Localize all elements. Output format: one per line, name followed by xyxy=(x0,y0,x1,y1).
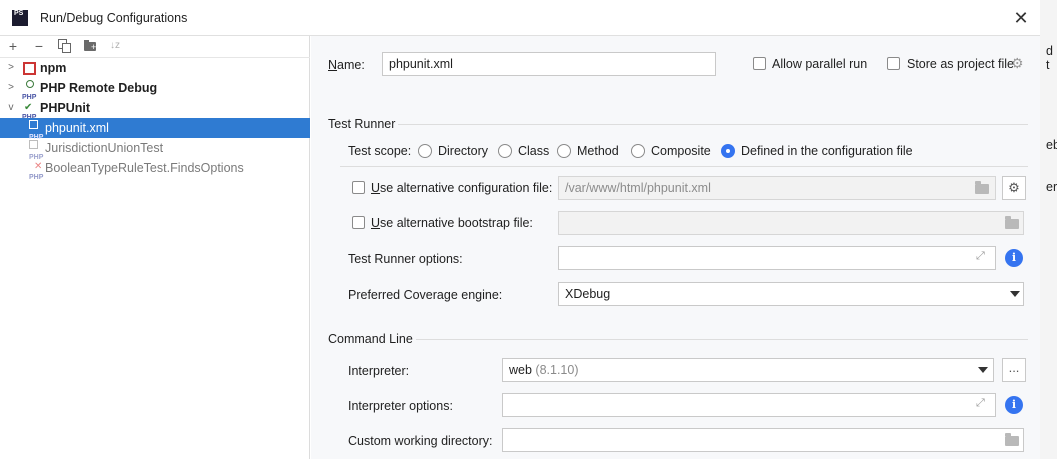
interpreter-options-label: Interpreter options: xyxy=(348,399,453,413)
alt-config-checkbox[interactable] xyxy=(352,181,365,194)
store-project-file-checkbox[interactable] xyxy=(887,57,900,70)
name-input[interactable]: phpunit.xml xyxy=(382,52,716,76)
test-scope-label: Test scope: xyxy=(348,144,412,158)
tree-item-phpunit[interactable]: v ✔ PHP PHPUnit xyxy=(0,98,310,121)
tree-item-label: PHPUnit xyxy=(40,101,90,115)
folder-icon[interactable] xyxy=(1005,433,1019,446)
scope-class-label[interactable]: Class xyxy=(518,144,549,158)
scope-config-file-radio[interactable] xyxy=(721,144,735,158)
working-directory-label: Custom working directory: xyxy=(348,434,493,448)
tree-item-jurisdiction[interactable]: PHP JurisdictionUnionTest xyxy=(0,138,310,161)
interpreter-options-input[interactable] xyxy=(502,393,996,417)
phpunit-icon: ✔ PHP xyxy=(22,102,36,121)
alt-config-path-input[interactable]: /var/www/html/phpunit.xml xyxy=(558,176,996,200)
chevron-down-icon[interactable] xyxy=(1010,291,1020,297)
tree-item-label: JurisdictionUnionTest xyxy=(45,141,164,155)
test-runner-options-input[interactable] xyxy=(558,246,996,270)
remove-configuration-button[interactable]: − xyxy=(30,38,48,54)
tree-item-boolean[interactable]: ✕ PHP BooleanTypeRuleTest.FindsOptions xyxy=(0,158,310,181)
scope-method-radio[interactable] xyxy=(557,144,571,158)
phpunit-config-icon: PHP xyxy=(29,120,45,141)
alt-bootstrap-path-input[interactable] xyxy=(558,211,1024,235)
folder-icon[interactable] xyxy=(1005,216,1019,229)
browse-interpreters-button[interactable]: ... xyxy=(1002,358,1026,382)
allow-parallel-run-checkbox[interactable] xyxy=(753,57,766,70)
php-debug-icon: PHP xyxy=(22,80,38,101)
allow-parallel-run-label[interactable]: Allow parallel run xyxy=(772,57,867,71)
working-directory-input[interactable] xyxy=(502,428,1024,452)
npm-icon xyxy=(23,62,36,75)
coverage-engine-select[interactable]: XDebug xyxy=(558,282,1024,306)
scope-composite-label[interactable]: Composite xyxy=(651,144,711,158)
tree-item-label: PHP Remote Debug xyxy=(40,81,158,95)
expand-icon[interactable]: ⤢ xyxy=(976,397,985,410)
test-runner-section-title: Test Runner xyxy=(328,117,396,131)
configure-settings-button[interactable]: ⚙ xyxy=(1002,176,1026,200)
chevron-right-icon[interactable]: > xyxy=(6,58,16,78)
window-title: Run/Debug Configurations xyxy=(40,11,188,25)
alt-bootstrap-checkbox[interactable] xyxy=(352,216,365,229)
background-text: d t xyxy=(1046,44,1053,72)
phpunit-test-icon: PHP xyxy=(29,140,45,161)
tree-item-label: npm xyxy=(40,61,67,75)
scope-directory-radio[interactable] xyxy=(418,144,432,158)
background-text: er xyxy=(1046,180,1057,194)
info-icon[interactable]: i xyxy=(1005,396,1023,414)
close-icon[interactable]: ✕ xyxy=(1012,9,1030,27)
tree-item-label: phpunit.xml xyxy=(45,121,109,135)
test-runner-options-label: Test Runner options: xyxy=(348,252,463,266)
gear-icon[interactable]: ⚙ xyxy=(1011,55,1024,72)
background-text: eb xyxy=(1046,138,1057,152)
folder-icon[interactable] xyxy=(975,181,989,194)
section-divider xyxy=(340,166,1028,167)
expand-icon[interactable]: ⤢ xyxy=(976,250,985,263)
add-configuration-button[interactable]: + xyxy=(4,38,22,54)
section-divider xyxy=(398,124,1028,125)
scope-class-radio[interactable] xyxy=(498,144,512,158)
tree-item-label: BooleanTypeRuleTest.FindsOptions xyxy=(45,161,244,175)
chevron-down-icon[interactable]: v xyxy=(6,98,16,118)
chevron-right-icon[interactable]: > xyxy=(6,78,16,98)
scope-method-label[interactable]: Method xyxy=(577,144,619,158)
phpunit-failed-test-icon: ✕ PHP xyxy=(29,161,44,181)
interpreter-version: (8.1.10) xyxy=(535,363,579,377)
tree-item-npm[interactable]: > npm xyxy=(0,58,310,78)
section-divider xyxy=(416,339,1028,340)
alt-bootstrap-label[interactable]: Use alternative bootstrap file: xyxy=(371,216,533,230)
store-project-file-label[interactable]: Store as project file xyxy=(907,57,1014,71)
scope-config-file-label[interactable]: Defined in the configuration file xyxy=(741,144,913,158)
info-icon[interactable]: i xyxy=(1005,249,1023,267)
name-label: Name: xyxy=(328,58,365,72)
interpreter-select[interactable]: web (8.1.10) xyxy=(502,358,994,382)
alt-config-label[interactable]: Use alternative configuration file: xyxy=(371,181,552,195)
new-folder-icon[interactable]: + xyxy=(84,40,98,52)
scope-composite-radio[interactable] xyxy=(631,144,645,158)
command-line-section-title: Command Line xyxy=(328,332,413,346)
phpstorm-app-icon: PS xyxy=(12,10,28,26)
coverage-engine-label: Preferred Coverage engine: xyxy=(348,288,503,302)
tree-item-phpunit-xml[interactable]: PHP phpunit.xml xyxy=(0,118,310,141)
interpreter-label: Interpreter: xyxy=(348,364,410,378)
copy-configuration-icon[interactable] xyxy=(58,39,72,53)
chevron-down-icon[interactable] xyxy=(978,367,988,373)
interpreter-name: web xyxy=(509,363,532,377)
scope-directory-label[interactable]: Directory xyxy=(438,144,488,158)
tree-item-php-remote-debug[interactable]: > PHP PHP Remote Debug xyxy=(0,78,310,101)
sort-icon[interactable]: ↓z xyxy=(110,38,126,54)
